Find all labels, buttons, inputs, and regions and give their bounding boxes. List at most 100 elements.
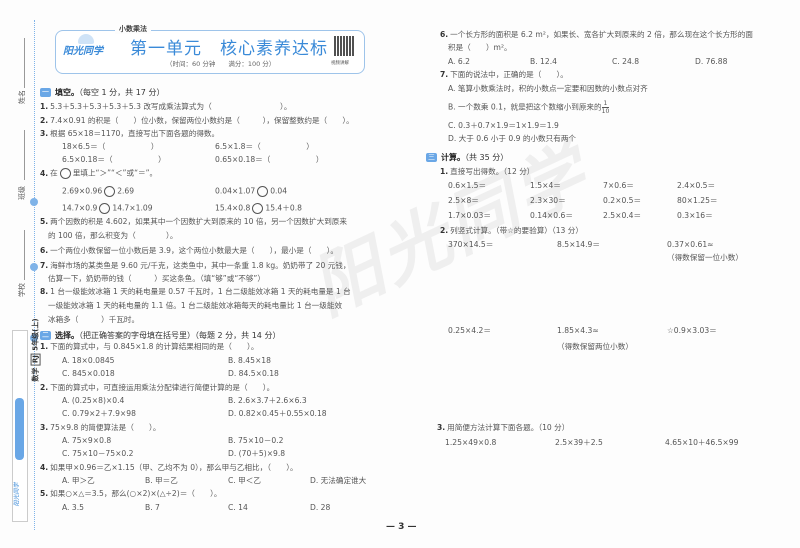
answer-blank: 0.65×0.18＝（ ）: [215, 155, 324, 164]
calc-item: 1.25×49×0.8: [445, 438, 497, 447]
question: 1. 5.3＋5.3＋5.3＋5.3＋5.3 改写成乘法算式为（ ）。: [40, 102, 292, 111]
answer-blank: 18×6.5＝（ ）: [62, 142, 159, 151]
question-cont: 估算一下，奶奶带的钱（ ）买这条鱼。（填“够”或“不够”）: [48, 274, 265, 283]
calc-item: 80×1.25＝: [677, 196, 718, 205]
compare-circle-icon: [99, 203, 111, 214]
class-write-line: [24, 130, 25, 180]
option: D. 76.88: [695, 57, 728, 66]
option: B. 8.45×18: [228, 356, 271, 365]
option: D. 大于 0.6 小于 0.9 的小数只有两个: [448, 134, 577, 143]
option: B. 一个数乘 0.1，就是把这个数缩小到原来的 1 10: [448, 100, 610, 115]
option: A. (0.25×8)×0.4: [62, 396, 125, 405]
question-cont: 积是（ ）m²。: [448, 43, 512, 52]
calc-item: 0.2×0.5＝: [603, 196, 642, 205]
option: B. 甲＝乙: [145, 476, 178, 485]
question: 2. 7.4×0.91 的积是（ ）位小数，保留两位小数约是（ ），保留整数约是（…: [40, 116, 354, 125]
option: A. 6.2: [448, 57, 470, 66]
option: C. 75×10－75×0.2: [62, 449, 134, 458]
rounding-note: （得数保留两位小数）: [557, 342, 633, 351]
option: C. 甲＜乙: [228, 476, 261, 485]
calc-item: 1.5×4＝: [530, 181, 561, 190]
name-write-line: [24, 38, 25, 88]
calc-item: 4.65×10＋46.5×99: [665, 438, 739, 447]
calc-item: 7×0.6＝: [603, 181, 634, 190]
compare-item: 15.4×0.8 15.4＋0.8: [215, 203, 302, 214]
question: 6. 一个两位小数保留一位小数后是 3.9，这个两位小数最大是（ ），最小是（ ）…: [40, 246, 339, 255]
question-cont: 的 100 倍，那么积变为（ ）。: [48, 231, 178, 240]
spine-logo: 阳光同学: [13, 482, 21, 507]
compare-circle-icon: [257, 186, 269, 197]
qr-code-icon[interactable]: [334, 36, 354, 56]
calc-item: 2.5×0.4＝: [603, 211, 642, 220]
compare-circle-icon: [59, 168, 71, 179]
option: D. 0.82×0.45＋0.55×0.18: [228, 409, 327, 418]
spine-edition: RJ: [30, 353, 41, 366]
qr-caption: 视频讲解: [331, 61, 349, 66]
binding-hole: [30, 198, 38, 206]
compare-item: 14.7×0.9 14.7×1.09: [62, 203, 153, 214]
spine-subject: 数学: [31, 367, 40, 382]
question: 4. 如果甲×0.96＝乙×1.15（甲、乙均不为 0），那么甲与乙相比，（ ）。: [40, 463, 298, 472]
section-calculation-heading: 三计算。（共 35 分）: [426, 153, 509, 162]
binding-hole: [30, 263, 38, 271]
section-choice-heading: 二选择。（把正确答案的字母填在括号里）（每题 2 分，共 14 分）: [40, 331, 281, 340]
option: A. 75×9×0.8: [62, 436, 112, 445]
calc-item: 2.5×39＋2.5: [555, 438, 603, 447]
compare-item: 0.04×1.07 0.04: [215, 186, 288, 197]
option: C. 0.79×2＋7.9×98: [62, 409, 136, 418]
question: 2. 下面的算式中，可直接运用乘法分配律进行简便计算的是（ ）。: [40, 383, 275, 392]
question-cont: 一级能效冰箱 1 天的耗电量的 1.1 倍。1 台二级能效冰箱每天的耗电量比 1…: [48, 301, 343, 310]
calc-item: 2.4×0.5＝: [677, 181, 716, 190]
option: C. 24.8: [612, 57, 640, 66]
question: 8. 1 台一级能效冰箱 1 天的耗电量是 0.57 千瓦时，1 台二级能效冰箱 …: [40, 287, 351, 296]
question: 1. 直接写出得数。（12 分）: [440, 167, 535, 176]
page-title: 第一单元 核心素养达标: [130, 39, 328, 59]
option: A. 3.5: [62, 503, 84, 512]
option: C. 14: [228, 503, 248, 512]
unit-topic: 小数乘法: [115, 24, 151, 34]
compare-item: 2.69×0.96 2.69: [62, 186, 135, 197]
page-number: — 3 —: [386, 522, 417, 532]
question: 7. 海鲜市场的某类鱼是 9.60 元/千克，这类鱼中，其中一条重 1.8 kg。…: [40, 261, 351, 270]
rounding-note: （得数保留一位小数）: [667, 253, 743, 262]
option: D. (70＋5)×9.8: [228, 449, 286, 458]
option: B. 12.4: [530, 57, 557, 66]
option: D. 28: [310, 503, 331, 512]
answer-blank: 6.5×1.8＝（ ）: [215, 142, 314, 151]
question: 1. 下面的算式中，与 0.845×1.8 的计算结果相同的是（ ）。: [40, 342, 259, 351]
calc-item: 0.6×1.5＝: [448, 181, 487, 190]
option: D. 84.5×0.18: [228, 369, 279, 378]
option: A. 笔算小数乘法时，积的小数点一定要和因数的小数点对齐: [448, 84, 648, 93]
question: 5. 两个因数的积是 4.602，如果其中一个因数扩大到原来的 10 倍，另一个因…: [40, 217, 347, 226]
calc-item: 2.3×30＝: [530, 196, 566, 205]
calc-item: 370×14.5＝: [448, 240, 494, 249]
calc-item: 1.7×0.03＝: [448, 211, 491, 220]
spine-series-pill: [15, 398, 24, 460]
calc-item: 0.14×0.6＝: [530, 211, 573, 220]
question: 2. 列竖式计算。（带☆的要验算）（13 分）: [440, 226, 583, 235]
question: 7. 下面的说法中，正确的是（ ）。: [440, 70, 568, 79]
option: B. 75×10－0.2: [228, 436, 284, 445]
question: 4. 在里填上“＞”“＜”或“＝”。: [40, 168, 158, 179]
binding-dotted-line: [34, 20, 35, 530]
compare-circle-icon: [104, 186, 116, 197]
question: 3. 用简便方法计算下面各题。（10 分）: [437, 423, 570, 432]
calc-item: ☆0.9×3.03＝: [667, 326, 717, 335]
question: 5. 如果○×△＝3.5，那么(○×2)×(△÷2)＝（ ）。: [40, 489, 222, 498]
option: A. 甲＞乙: [62, 476, 95, 485]
question-cont: 冰箱多（ ）千瓦时。: [48, 315, 140, 324]
option: D. 无法确定谁大: [310, 476, 367, 485]
school-label: 学校: [18, 283, 26, 297]
option: B. 7: [145, 503, 160, 512]
answer-blank: 6.5×0.18＝（ ）: [62, 155, 166, 164]
class-label: 班级: [18, 186, 26, 200]
question: 3. 75×9.8 的简便算法是（ ）。: [40, 423, 161, 432]
school-write-line: [24, 230, 25, 280]
option: C. 0.3＋0.7×1.9＝1×1.9＝1.9: [448, 121, 559, 130]
calc-item: 2.5×8＝: [448, 196, 479, 205]
calc-item: 8.5×14.9＝: [557, 240, 600, 249]
option: A. 18×0.0845: [62, 356, 115, 365]
fraction: 1 10: [601, 100, 610, 115]
calc-item: 0.37×0.61≈: [667, 240, 714, 249]
spine-grade-text: 5年级(上): [31, 318, 40, 351]
